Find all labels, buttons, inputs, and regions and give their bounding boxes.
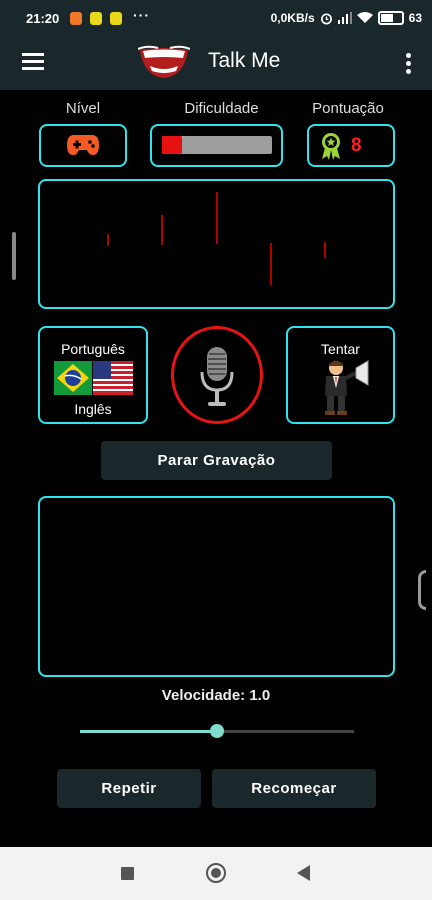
microphone-button[interactable] bbox=[171, 326, 263, 424]
score-box: 8 bbox=[307, 124, 395, 167]
app-toolbar: Talk Me bbox=[0, 38, 432, 90]
system-navigation-bar bbox=[0, 847, 432, 900]
network-speed: 0,0KB/s bbox=[270, 11, 315, 25]
restart-button[interactable]: Recomeçar bbox=[212, 769, 376, 808]
more-vert-icon[interactable] bbox=[406, 53, 412, 75]
difficulty-fill bbox=[162, 136, 182, 154]
status-time: 21:20 bbox=[26, 11, 60, 26]
battery-icon bbox=[377, 11, 404, 25]
try-button[interactable]: Tentar bbox=[286, 326, 395, 424]
smiling-mouth-logo-icon bbox=[138, 45, 190, 78]
source-language: Português bbox=[61, 341, 125, 357]
hamburger-menu-icon[interactable] bbox=[22, 53, 44, 71]
score-value: 8 bbox=[351, 135, 362, 156]
speed-label: Velocidade: 1.0 bbox=[161, 687, 271, 704]
waveform-bar bbox=[107, 234, 109, 246]
status-right: 0,0KB/s 63 bbox=[271, 11, 422, 25]
home-icon[interactable] bbox=[206, 863, 226, 883]
gamepad-icon bbox=[67, 135, 99, 155]
level-label: Nível bbox=[65, 100, 101, 117]
target-language: Inglês bbox=[74, 401, 112, 417]
waveform-bar bbox=[216, 192, 218, 244]
repeat-button[interactable]: Repetir bbox=[57, 769, 201, 808]
brazil-flag-icon bbox=[54, 361, 92, 395]
usa-flag-icon bbox=[93, 361, 133, 395]
speed-slider-fill bbox=[80, 730, 217, 733]
waveform-bar bbox=[161, 215, 163, 245]
score-label: Pontuação bbox=[312, 100, 384, 117]
level-box[interactable] bbox=[39, 124, 127, 167]
difficulty-bar bbox=[162, 136, 272, 154]
edge-handle bbox=[12, 232, 16, 280]
waveform-bar bbox=[270, 243, 272, 285]
status-bar: 21:20 ··· 0,0KB/s 63 bbox=[0, 0, 432, 38]
speed-slider[interactable] bbox=[80, 724, 354, 738]
waveform-bar bbox=[324, 242, 326, 258]
presenter-megaphone-icon bbox=[325, 360, 369, 415]
waveform-display bbox=[38, 179, 395, 309]
more-notifications: ··· bbox=[133, 7, 150, 23]
alarm-icon bbox=[320, 12, 332, 24]
speed-slider-thumb[interactable] bbox=[210, 724, 224, 738]
wifi-icon bbox=[356, 12, 373, 23]
notification-app-icon bbox=[70, 12, 82, 25]
try-label: Tentar bbox=[321, 341, 360, 357]
battery-level: 63 bbox=[408, 11, 422, 25]
language-selector[interactable]: Português Inglês bbox=[38, 326, 148, 424]
difficulty-label: Dificuldade bbox=[184, 100, 259, 117]
app-title: Talk Me bbox=[208, 49, 281, 72]
signal-icon bbox=[337, 12, 352, 24]
difficulty-box bbox=[150, 124, 283, 167]
recents-icon[interactable] bbox=[121, 867, 134, 880]
award-badge-icon bbox=[322, 133, 340, 160]
edge-handle bbox=[418, 570, 426, 610]
notification-app-icon bbox=[110, 12, 122, 25]
microphone-icon bbox=[200, 347, 234, 406]
notification-app-icon bbox=[90, 12, 102, 25]
back-icon[interactable] bbox=[297, 865, 310, 881]
stop-recording-button[interactable]: Parar Gravação bbox=[101, 441, 332, 480]
transcription-box bbox=[38, 496, 395, 677]
